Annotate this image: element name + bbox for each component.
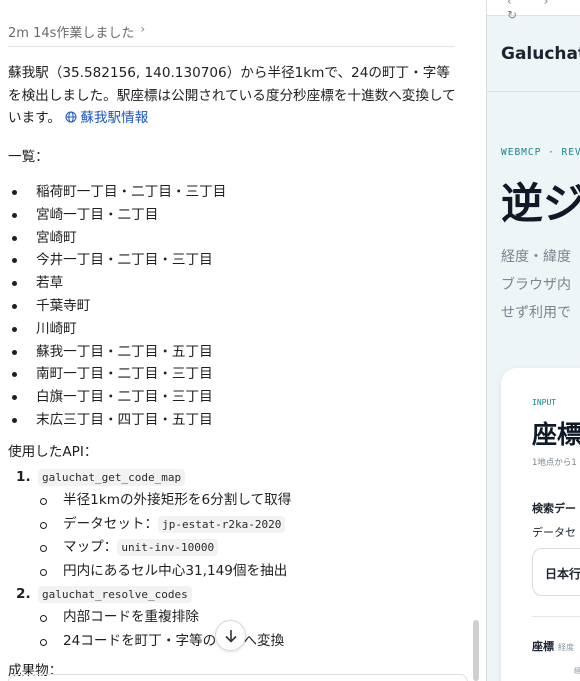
coord-label-text: 座標 [532,640,554,653]
hero-description: 経度・緯度 ブラウザ内 せず利用で [501,243,571,327]
chat-panel: 2m 14s作業しました › 蘇我駅（35.582156, 140.130706… [0,0,470,681]
api-step: マップ： unit-inv-10000 [0,536,460,560]
desc-line: ブラウザ内 [501,277,571,293]
header-divider [487,91,580,92]
browser-nav-icons[interactable]: ‹ › ↻ [507,0,580,22]
dataset-select[interactable]: 日本行 [532,548,580,596]
town-list-item: 白旗一丁目・二丁目・三丁目 [0,386,226,409]
api-list-item: 1. galuchat_get_code_map [0,466,460,489]
response-intro: 蘇我駅（35.582156, 140.130706）から半径1kmで、24の町丁… [8,62,458,130]
town-list-item: 宮崎町 [0,227,226,250]
api-step-text: 半径1kmの外接矩形を6分割して取得 [63,492,292,508]
preview-panel: ‹ › ↻ Galuchat WEBMCP · REV 逆ジ 経度・緯度 ブラウ… [486,0,580,681]
card-divider [532,616,580,617]
town-list-item: 川崎町 [0,318,226,341]
thought-summary-toggle[interactable]: 2m 14s作業しました › [8,22,455,47]
api-name-code: galuchat_get_code_map [38,469,186,486]
api-step-text: データセット： [63,515,159,532]
town-list-item: 千葉寺町 [0,295,226,318]
eyebrow-label: WEBMCP · REV [501,147,580,158]
source-link[interactable]: 蘇我駅情報 [65,110,148,126]
dataset-heading: 検索デー [532,502,576,515]
api-step: データセット： jp-estat-r2ka-2020 [0,513,460,537]
town-list-item: 末広三丁目・四丁目・五丁目 [0,409,226,432]
api-step-text: 24コードを町丁・字等の名称へ変換 [63,632,285,649]
artifact-card[interactable] [8,674,468,681]
town-list-item: 宮崎一丁目・二丁目 [0,204,226,227]
api-number: 1. [16,469,31,485]
api-step: 半径1kmの外接矩形を6分割して取得 [0,489,460,513]
chat-scrollbar-thumb[interactable] [473,620,479,681]
site-brand[interactable]: Galuchat [501,44,580,64]
chevron-right-icon: › [140,22,146,36]
dataset-label: データセ [532,526,576,539]
hero-title: 逆ジ [501,179,580,228]
api-number: 2. [16,586,31,602]
api-step-text: マップ： [63,539,118,555]
town-list: 稲荷町一丁目・二丁目・三丁目 宮崎一丁目・二丁目 宮崎町 今井一丁目・二丁目・三丁目若… [0,181,226,432]
town-list-item: 蘇我一丁目・二丁目・五丁目 [0,341,226,364]
coord-label: 座標 経度 [532,638,574,654]
card-tag: INPUT [532,398,557,407]
town-list-item: 南町一丁目・二丁目・三丁目 [0,363,226,386]
api-name-code: galuchat_resolve_codes [38,586,192,603]
desc-line: せず利用で [501,305,571,321]
globe-icon [65,111,77,123]
api-step: 円内にあるセル中心31,149個を抽出 [0,560,460,584]
source-link-label: 蘇我駅情報 [80,110,149,126]
list-heading: 一覧： [8,149,49,165]
api-step-text: 円内にあるセル中心31,149個を抽出 [63,562,288,579]
api-step-code: unit-inv-10000 [117,539,219,556]
coord-field-hint: 経 [574,666,580,676]
arrow-down-icon [224,629,237,643]
town-list-item: 若草 [0,272,226,295]
thought-summary-label: 2m 14s作業しました [8,26,135,41]
api-heading: 使用したAPI： [8,444,98,460]
api-step-text: 内部コードを重複排除 [63,609,199,625]
card-title: 座標 [532,420,580,449]
api-step-code: jp-estat-r2ka-2020 [158,515,286,533]
coord-sublabel: 経度 [558,643,574,652]
town-list-item: 今井一丁目・二丁目・三丁目 [0,249,226,272]
town-list-item: 稲荷町一丁目・二丁目・三丁目 [0,181,226,204]
api-list-item: 2. galuchat_resolve_codes [0,583,460,606]
desc-line: 経度・緯度 [501,249,571,265]
card-subtitle: 1地点から1 [532,458,577,468]
preview-toolbar: ‹ › ↻ [487,0,580,22]
input-card: INPUT 座標 1地点から1 検索デー データセ 日本行 座標経度 経 [501,368,580,681]
scroll-to-bottom-button[interactable] [215,620,246,651]
